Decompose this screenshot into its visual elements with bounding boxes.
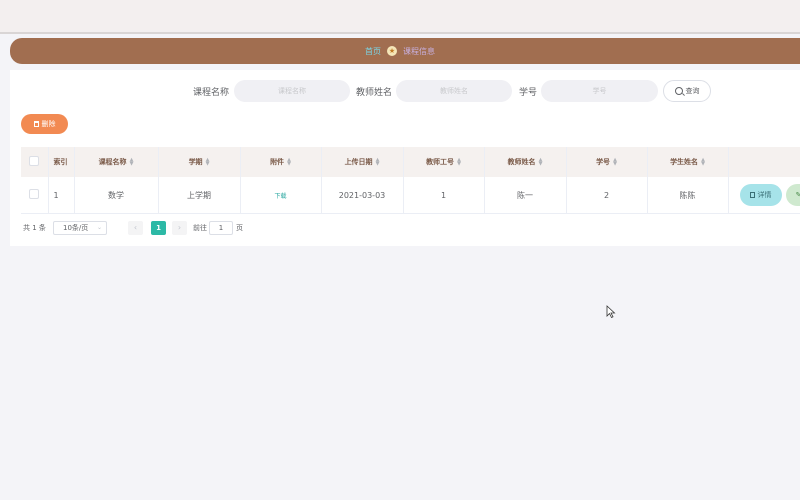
- search-button[interactable]: 查询: [663, 80, 711, 102]
- cell-actions: 详情 ✎: [728, 177, 800, 214]
- star-icon: ★: [387, 46, 397, 56]
- cell-index: 1: [48, 177, 75, 214]
- sort-icon[interactable]: ▲ ▼: [539, 158, 543, 167]
- column-header-student-id[interactable]: 学号 ▲ ▼: [566, 147, 648, 177]
- column-header-course-label: 课程名称: [98, 158, 127, 166]
- column-header-teacher-name[interactable]: 教师姓名 ▲ ▼: [484, 147, 567, 177]
- column-header-term[interactable]: 学期 ▲ ▼: [158, 147, 241, 177]
- breadcrumb: 首页 ★ 课程信息: [10, 38, 800, 64]
- course-name-input[interactable]: [234, 80, 350, 102]
- column-header-attachment[interactable]: 附件 ▲ ▼: [240, 147, 322, 177]
- cell-student-id: 2: [566, 177, 648, 214]
- chevron-down-icon: ⌄: [96, 224, 102, 231]
- pagination: 共 1 条 10条/页 ⌄ ‹ 1 › 前往 1 页: [23, 221, 323, 235]
- teacher-name-input[interactable]: [396, 80, 512, 102]
- search-form: 课程名称 教师姓名 学号 查询: [10, 80, 800, 102]
- column-header-teacher-id-label: 教师工号: [426, 158, 455, 166]
- sort-icon[interactable]: ▲ ▼: [457, 158, 461, 167]
- page-unit-label: 页: [236, 224, 243, 232]
- column-header-teacher-id[interactable]: 教师工号 ▲ ▼: [403, 147, 485, 177]
- sort-icon[interactable]: ▲ ▼: [287, 158, 291, 167]
- column-header-date-label: 上传日期: [344, 158, 373, 166]
- cell-teacher-name: 陈一: [484, 177, 567, 214]
- cell-student-name: 陈陈: [647, 177, 729, 214]
- sort-icon[interactable]: ▲ ▼: [701, 158, 705, 167]
- teacher-name-label: 教师姓名: [356, 88, 393, 98]
- sort-icon[interactable]: ▲ ▼: [130, 158, 134, 167]
- page-size-select[interactable]: 10条/页 ⌄: [53, 221, 107, 235]
- cell-teacher-id: 1: [403, 177, 485, 214]
- table-row: 1 数学 上学期 下载 2021-03-03 1 陈一 2 陈陈 详情 ✎: [21, 177, 800, 214]
- next-page-button[interactable]: ›: [172, 221, 187, 235]
- goto-label: 前往: [193, 224, 207, 232]
- column-header-index: 索引: [48, 147, 75, 177]
- download-link[interactable]: 下载: [274, 193, 286, 200]
- sort-icon[interactable]: ▲ ▼: [613, 158, 617, 167]
- search-button-label: 查询: [685, 87, 700, 95]
- mouse-cursor-icon: [606, 305, 616, 319]
- trash-icon: [33, 121, 39, 127]
- column-header-student-id-label: 学号: [596, 158, 611, 166]
- breadcrumb-home-link[interactable]: 首页: [365, 46, 381, 57]
- row-checkbox[interactable]: [29, 189, 40, 199]
- select-all-checkbox-cell: [21, 147, 49, 177]
- column-header-actions: [728, 147, 800, 177]
- page-size-value: 10条/页: [63, 224, 89, 232]
- course-name-label: 课程名称: [193, 88, 230, 98]
- prev-page-button[interactable]: ‹: [128, 221, 143, 235]
- column-header-course[interactable]: 课程名称 ▲ ▼: [74, 147, 159, 177]
- cell-date: 2021-03-03: [321, 177, 404, 214]
- sort-icon[interactable]: ▲ ▼: [206, 158, 210, 167]
- cell-attachment: 下载: [240, 177, 322, 214]
- student-id-input[interactable]: [541, 80, 658, 102]
- breadcrumb-current: 课程信息: [403, 46, 435, 56]
- column-header-student-name[interactable]: 学生姓名 ▲ ▼: [647, 147, 729, 177]
- student-id-label: 学号: [519, 88, 538, 98]
- select-all-checkbox[interactable]: [29, 156, 40, 166]
- pagination-total: 共 1 条: [23, 224, 46, 232]
- row-checkbox-cell: [21, 177, 49, 214]
- sort-icon[interactable]: ▲ ▼: [376, 158, 380, 167]
- goto-page-input[interactable]: 1: [209, 221, 233, 235]
- cell-course: 数学: [74, 177, 159, 214]
- edit-icon: ✎: [796, 191, 800, 199]
- edit-button[interactable]: ✎: [785, 184, 800, 206]
- course-table: 索引 课程名称 ▲ ▼ 学期 ▲ ▼ 附件 ▲ ▼ 上传日期 ▲ ▼ 教师工号 ▲ ▼ 教师姓名 ▲ ▼…: [21, 147, 800, 214]
- document-icon: [749, 192, 755, 198]
- detail-button[interactable]: 详情: [739, 184, 782, 206]
- column-header-student-name-label: 学生姓名: [670, 158, 699, 166]
- top-header-bar: [0, 0, 800, 34]
- page-number-active[interactable]: 1: [151, 221, 166, 235]
- delete-button-label: 删除: [41, 120, 56, 128]
- search-icon: [674, 87, 683, 95]
- column-header-date[interactable]: 上传日期 ▲ ▼: [321, 147, 404, 177]
- delete-button[interactable]: 删除: [21, 114, 68, 134]
- content-panel: 课程名称 教师姓名 学号 查询 删除 索引 课程名称▲▼ 学期▲▼ 附件▲▼: [10, 70, 800, 246]
- cell-term: 上学期: [158, 177, 241, 214]
- column-header-term-label: 学期: [188, 158, 203, 166]
- column-header-teacher-name-label: 教师姓名: [507, 158, 536, 166]
- table-header-row: 索引 课程名称 ▲ ▼ 学期 ▲ ▼ 附件 ▲ ▼ 上传日期 ▲ ▼ 教师工号 ▲ ▼ 教师姓名 ▲ ▼…: [21, 147, 800, 177]
- column-header-attachment-label: 附件: [270, 158, 285, 166]
- detail-button-label: 详情: [757, 191, 772, 199]
